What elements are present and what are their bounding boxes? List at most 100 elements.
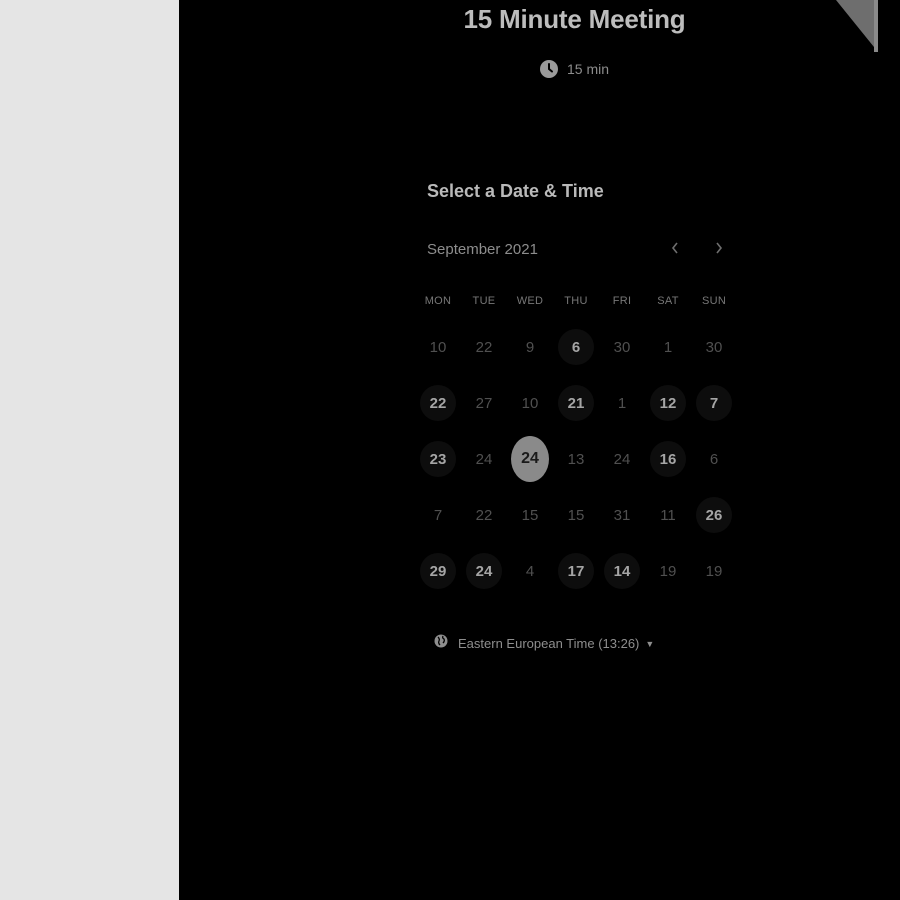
- calendar-day: 19: [659, 562, 677, 580]
- calendar-cell: 24: [599, 431, 645, 487]
- calendar-cell: 31: [599, 487, 645, 543]
- calendar-cell: 24: [461, 543, 507, 599]
- calendar-day[interactable]: 12: [650, 385, 686, 421]
- calendar-cell: 1: [599, 375, 645, 431]
- calendar-day: 10: [521, 394, 539, 412]
- calendar-cell: 10: [507, 375, 553, 431]
- calendar-day: 6: [709, 450, 719, 468]
- calendar-day: 24: [613, 450, 631, 468]
- timezone-label: Eastern European Time (13:26): [458, 636, 640, 651]
- calendar-cell: 30: [691, 319, 737, 375]
- calendar-week: 10 22 9 6 30 1 30: [415, 319, 737, 375]
- calendar-day: 30: [613, 338, 631, 356]
- calendar-day: 13: [567, 450, 585, 468]
- calendar-cell: 7: [691, 375, 737, 431]
- calendar-cell: 15: [507, 487, 553, 543]
- calendar-cell: 6: [553, 319, 599, 375]
- calendar-cell: 9: [507, 319, 553, 375]
- calendar-week: 22 27 10 21 1 12 7: [415, 375, 737, 431]
- calendar-day[interactable]: 24: [466, 553, 502, 589]
- calendar-cell: 7: [415, 487, 461, 543]
- calendar-cell: 30: [599, 319, 645, 375]
- calendar-day: 30: [705, 338, 723, 356]
- weekday-header: MON TUE WED THU FRI SAT SUN: [415, 295, 737, 307]
- calendar-day[interactable]: 26: [696, 497, 732, 533]
- calendar-cell: 22: [461, 487, 507, 543]
- previous-month-button[interactable]: [663, 238, 687, 262]
- calendar-day[interactable]: 17: [558, 553, 594, 589]
- calendar-day[interactable]: 21: [558, 385, 594, 421]
- next-month-button[interactable]: [707, 238, 731, 262]
- left-panel: [0, 0, 179, 900]
- calendar-cell: 29: [415, 543, 461, 599]
- calendar-day: 15: [567, 506, 585, 524]
- calendar-day: 1: [663, 338, 673, 356]
- calendar-day[interactable]: 22: [420, 385, 456, 421]
- weekday-label: TUE: [472, 295, 496, 307]
- weekday-label: WED: [516, 295, 544, 307]
- calendar-cell: 16: [645, 431, 691, 487]
- calendar-cell: 19: [691, 543, 737, 599]
- calendar-cell: 14: [599, 543, 645, 599]
- calendar-cell: 27: [461, 375, 507, 431]
- calendar-day: 4: [525, 562, 535, 580]
- weekday-label: SAT: [657, 295, 679, 307]
- chevron-left-icon: [670, 241, 680, 260]
- calendar-day: 22: [475, 506, 493, 524]
- weekday-label: MON: [424, 295, 452, 307]
- calendar-cell: 1: [645, 319, 691, 375]
- calendar-cell: 22: [415, 375, 461, 431]
- calendar-cell: 24: [507, 431, 553, 487]
- duration-label: 15 min: [567, 61, 610, 77]
- weekday-label: THU: [564, 295, 588, 307]
- select-date-heading: Select a Date & Time: [427, 181, 604, 201]
- calendar-day: 15: [521, 506, 539, 524]
- calendar-day[interactable]: 6: [558, 329, 594, 365]
- calendar-cell: 15: [553, 487, 599, 543]
- weekday-label: FRI: [612, 295, 632, 307]
- calendar-week: 29 24 4 17 14 19 19: [415, 543, 737, 599]
- calendar-day[interactable]: 16: [650, 441, 686, 477]
- weekday-label: SUN: [701, 295, 727, 307]
- caret-down-icon: ▼: [645, 638, 655, 649]
- calendar-week: 7 22 15 15 31 11 26: [415, 487, 737, 543]
- calendar-day: 22: [475, 338, 493, 356]
- timezone-selector[interactable]: Eastern European Time (13:26) ▼: [434, 634, 654, 653]
- calendar-day: 27: [475, 394, 493, 412]
- event-duration: 15 min: [540, 60, 609, 78]
- calendar-day: 11: [660, 506, 676, 524]
- globe-icon: [434, 634, 448, 653]
- calendar-grid: 10 22 9 6 30 1 30 22 27 10 21 1 12 7 23 24 24 13 24 16 6 7 22 1…: [415, 319, 737, 599]
- calendar-cell: 13: [553, 431, 599, 487]
- calendar-week: 23 24 24 13 24 16 6: [415, 431, 737, 487]
- calendar-cell: 12: [645, 375, 691, 431]
- calendar-day[interactable]: 7: [696, 385, 732, 421]
- calendar-cell: 24: [461, 431, 507, 487]
- calendar-cell: 26: [691, 487, 737, 543]
- calendar-cell: 19: [645, 543, 691, 599]
- calendar-cell: 10: [415, 319, 461, 375]
- calendar-cell: 17: [553, 543, 599, 599]
- calendar-cell: 21: [553, 375, 599, 431]
- calendar-day: 7: [433, 506, 443, 524]
- calendar-day: 10: [429, 338, 447, 356]
- calendar-day[interactable]: 29: [420, 553, 456, 589]
- calendar-day-selected[interactable]: 24: [511, 436, 549, 482]
- calendar-cell: 11: [645, 487, 691, 543]
- calendar-day: 9: [525, 338, 535, 356]
- clock-icon: [540, 60, 558, 78]
- calendar-day: 24: [475, 450, 493, 468]
- calendar-day[interactable]: 23: [420, 441, 456, 477]
- calendar-cell: 22: [461, 319, 507, 375]
- calendar-cell: 4: [507, 543, 553, 599]
- calendar-day: 1: [617, 394, 627, 412]
- calendar-day: 19: [705, 562, 723, 580]
- calendar-cell: 6: [691, 431, 737, 487]
- calendar-day[interactable]: 14: [604, 553, 640, 589]
- event-title-wrap: 15 Minute Meeting: [179, 4, 900, 35]
- calendar-cell: 23: [415, 431, 461, 487]
- month-label: September 2021: [427, 241, 538, 258]
- calendar-day: 31: [613, 506, 631, 524]
- chevron-right-icon: [714, 241, 724, 260]
- event-title: 15 Minute Meeting: [463, 4, 686, 34]
